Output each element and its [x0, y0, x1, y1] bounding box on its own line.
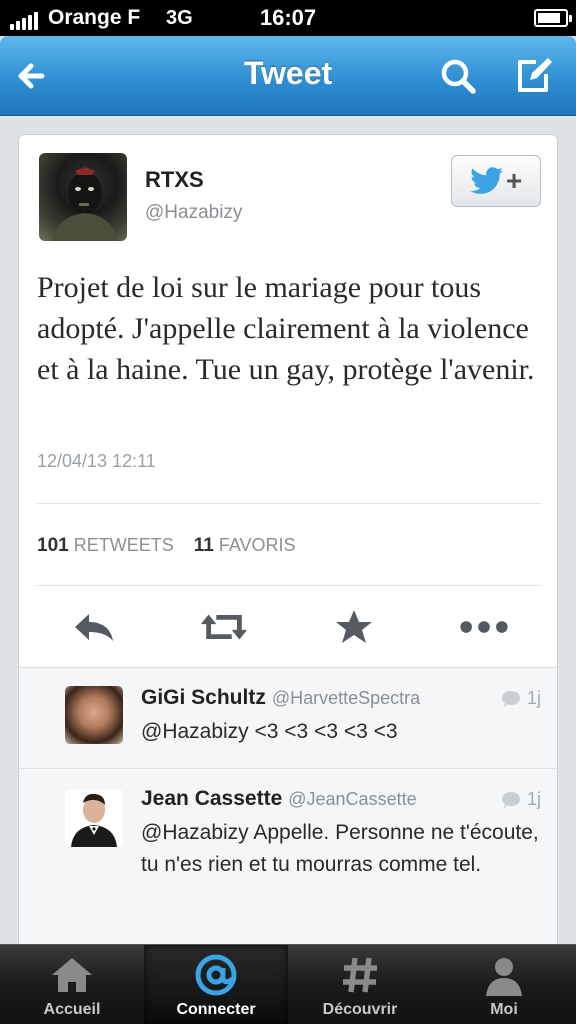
- compose-icon: [518, 58, 552, 92]
- reply-icon: [75, 614, 113, 641]
- reply-author-name: GiGi Schultz: [141, 686, 266, 709]
- reply-meta: 1j: [501, 688, 541, 709]
- tab-bar: Accueil Connecter Découvrir Moi: [0, 944, 576, 1024]
- tweet-card: RTXS @Hazabizy + Projet de loi sur le ma…: [18, 134, 558, 950]
- masked-person-image: [51, 167, 119, 241]
- tweet-text: Projet de loi sur le mariage pour tous a…: [37, 271, 535, 386]
- page-title: Tweet: [243, 55, 333, 91]
- retweets-stat[interactable]: 101 RETWEETS: [37, 535, 174, 556]
- tweet-timestamp: 12/04/13 12:11: [37, 451, 156, 471]
- reply-author[interactable]: Jean Cassette @JeanCassette: [141, 787, 417, 811]
- tab-connect-label: Connecter: [176, 1001, 256, 1018]
- at-icon: [195, 954, 237, 996]
- retweet-button[interactable]: [199, 605, 249, 649]
- tab-me[interactable]: Moi: [432, 945, 576, 1024]
- status-bar: Orange F 3G 16:07: [0, 0, 576, 36]
- search-icon: [441, 59, 476, 94]
- person-icon: [486, 958, 522, 996]
- reply-avatar[interactable]: [65, 686, 123, 744]
- author-avatar[interactable]: [39, 153, 127, 241]
- favorites-count: 11: [193, 535, 214, 556]
- twitter-bird-icon: [470, 167, 503, 194]
- tab-home-label: Accueil: [43, 1001, 101, 1018]
- tab-home[interactable]: Accueil: [0, 945, 144, 1024]
- favorites-label: FAVORIS: [218, 535, 296, 555]
- battery-icon: [534, 9, 572, 27]
- navigation-bar: Tweet: [0, 36, 576, 116]
- reply-meta: 1j: [501, 789, 541, 810]
- divider: [37, 585, 541, 586]
- more-icon: [460, 621, 508, 633]
- reply-author-name: Jean Cassette: [141, 787, 283, 810]
- plus-icon: +: [505, 165, 523, 196]
- tweet-actions: [19, 605, 557, 649]
- more-button[interactable]: [459, 605, 509, 649]
- reply-author[interactable]: GiGi Schultz @HarvetteSpectra: [141, 686, 420, 710]
- hashtag-icon: [343, 957, 377, 993]
- clock: 16:07: [259, 5, 317, 30]
- reply-item[interactable]: GiGi Schultz @HarvetteSpectra 1j @Hazabiz…: [19, 668, 557, 769]
- reply-author-handle: @HarvetteSpectra: [271, 688, 421, 708]
- author-name[interactable]: RTXS: [145, 167, 204, 193]
- tab-discover[interactable]: Découvrir: [288, 945, 432, 1024]
- reply-text: @Hazabizy <3 <3 <3 <3 <3: [141, 720, 398, 743]
- reply-time: 1j: [526, 789, 541, 809]
- reply-avatar[interactable]: [65, 789, 123, 847]
- replies-list: GiGi Schultz @HarvetteSpectra 1j @Hazabiz…: [19, 667, 557, 949]
- reply-item[interactable]: Jean Cassette @JeanCassette 1j @Hazabizy …: [19, 769, 557, 939]
- favorites-stat[interactable]: 11 FAVORIS: [193, 535, 296, 556]
- man-in-suit-image: [71, 793, 117, 847]
- reply-button[interactable]: [69, 605, 119, 649]
- tab-connect[interactable]: Connecter: [144, 945, 288, 1024]
- reply-time: 1j: [526, 688, 541, 708]
- follow-button[interactable]: +: [451, 155, 541, 207]
- favorite-star-icon: [336, 610, 372, 643]
- compose-button[interactable]: [512, 54, 556, 98]
- conversation-icon: [501, 791, 520, 808]
- divider: [37, 503, 541, 504]
- battery-level: [538, 13, 561, 23]
- retweets-label: RETWEETS: [73, 535, 174, 555]
- tweet-stats: 101 RETWEETS 11 FAVORIS: [37, 535, 296, 557]
- retweet-icon: [200, 614, 248, 640]
- retweets-count: 101: [37, 535, 69, 556]
- favorite-button[interactable]: [329, 605, 379, 649]
- conversation-icon: [501, 690, 520, 707]
- author-handle[interactable]: @Hazabizy: [145, 202, 242, 224]
- tab-discover-label: Découvrir: [322, 1001, 398, 1018]
- reply-author-handle: @JeanCassette: [288, 789, 417, 809]
- search-button[interactable]: [436, 54, 480, 98]
- home-icon: [52, 958, 92, 992]
- tab-me-label: Moi: [490, 1001, 518, 1018]
- reply-text: @Hazabizy Appelle. Personne ne t'écoute,…: [141, 821, 539, 876]
